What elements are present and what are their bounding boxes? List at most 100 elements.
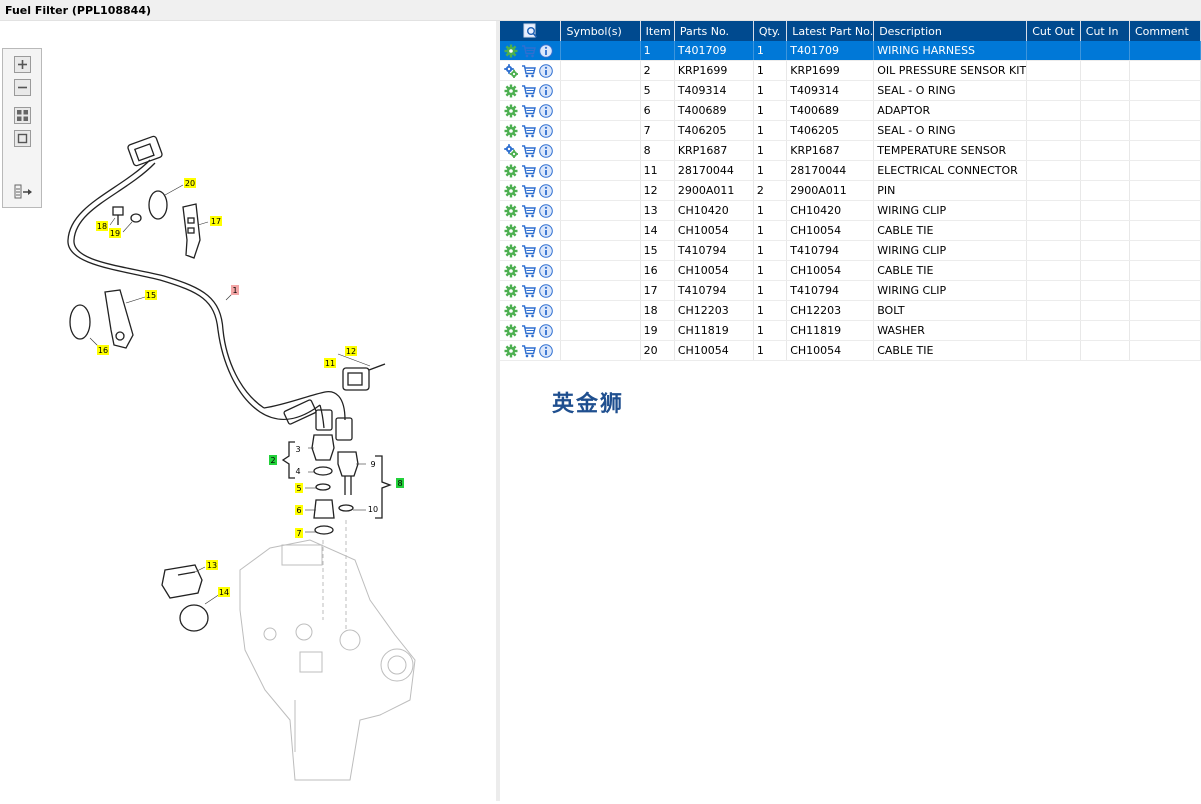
cart-icon[interactable] [521,204,536,218]
fit-grid-icon[interactable] [14,107,31,124]
gear-icon[interactable] [504,184,518,198]
col-comment[interactable]: Comment [1129,21,1201,41]
callout-19[interactable]: 19 [109,228,121,238]
info-icon[interactable] [539,203,553,218]
gear-icon[interactable] [504,164,518,178]
gear-icon[interactable] [504,264,518,278]
gear-icon[interactable] [504,204,518,218]
gear-icon[interactable] [504,284,518,298]
info-icon[interactable] [539,43,553,58]
info-icon[interactable] [539,83,553,98]
table-row[interactable]: 13 CH10420 1 CH10420 WIRING CLIP [500,200,1201,221]
gear-icon[interactable] [504,124,518,138]
table-row[interactable]: 16 CH10054 1 CH10054 CABLE TIE [500,260,1201,281]
info-icon[interactable] [539,123,553,138]
callout-20[interactable]: 20 [184,178,196,188]
table-row[interactable]: 1 T401709 1 T401709 WIRING HARNESS [500,41,1201,61]
col-latest-part-no[interactable]: Latest Part No. [786,21,875,41]
gears-icon[interactable] [504,143,518,158]
callout-1[interactable]: 1 [231,285,239,295]
info-icon[interactable] [539,183,553,198]
square-icon[interactable] [14,130,31,147]
table-row[interactable]: 12 2900A011 2 2900A011 PIN [500,180,1201,201]
cart-icon[interactable] [521,304,536,318]
gear-icon[interactable] [504,44,518,58]
callout-13[interactable]: 13 [206,560,218,570]
gear-icon[interactable] [504,304,518,318]
cart-icon[interactable] [521,224,536,238]
cart-icon[interactable] [521,44,536,58]
header-icon-col[interactable] [500,21,562,41]
callout-15[interactable]: 15 [145,290,157,300]
callout-14[interactable]: 14 [218,587,230,597]
callout-4[interactable]: 4 [295,467,300,476]
col-description[interactable]: Description [873,21,1028,41]
cart-icon[interactable] [521,64,536,78]
table-row[interactable]: 14 CH10054 1 CH10054 CABLE TIE [500,220,1201,241]
info-icon[interactable] [539,163,553,178]
cart-icon[interactable] [521,84,536,98]
gear-icon[interactable] [504,244,518,258]
info-icon[interactable] [539,143,553,158]
table-row[interactable]: 11 28170044 1 28170044 ELECTRICAL CONNECTOR [500,160,1201,181]
info-icon[interactable] [539,343,553,358]
table-row[interactable]: 15 T410794 1 T410794 WIRING CLIP [500,240,1201,261]
callout-16[interactable]: 16 [97,345,109,355]
gears-icon[interactable] [504,63,518,78]
search-doc-icon[interactable] [522,23,538,39]
callout-9[interactable]: 9 [370,460,375,469]
cart-icon[interactable] [521,104,536,118]
cart-icon[interactable] [521,244,536,258]
callout-11[interactable]: 11 [324,358,336,368]
info-icon[interactable] [539,223,553,238]
col-cut-out[interactable]: Cut Out [1026,21,1081,41]
info-icon[interactable] [539,243,553,258]
cart-icon[interactable] [521,164,536,178]
callout-3[interactable]: 3 [295,445,300,454]
callout-7[interactable]: 7 [295,528,303,538]
callout-2[interactable]: 2 [269,455,277,465]
callout-10[interactable]: 10 [368,505,378,514]
minus-icon[interactable] [14,79,31,96]
callout-17[interactable]: 17 [210,216,222,226]
col-qty[interactable]: Qty. [753,21,788,41]
info-icon[interactable] [539,63,553,78]
callout-8[interactable]: 8 [396,478,404,488]
col-item[interactable]: Item [640,21,675,41]
gear-icon[interactable] [504,224,518,238]
gear-icon[interactable] [504,104,518,118]
table-row[interactable]: 6 T400689 1 T400689 ADAPTOR [500,100,1201,121]
plus-icon[interactable] [14,56,31,73]
exploded-diagram[interactable]: 1 2 3 4 5 6 7 8 9 10 11 12 13 14 15 16 17 18 19 20 [0,21,496,801]
table-row[interactable]: 20 CH10054 1 CH10054 CABLE TIE [500,340,1201,361]
callout-18[interactable]: 18 [96,221,108,231]
cart-icon[interactable] [521,344,536,358]
gear-icon[interactable] [504,324,518,338]
table-row[interactable]: 2 KRP1699 1 KRP1699 OIL PRESSURE SENSOR KIT [500,60,1201,81]
table-row[interactable]: 18 CH12203 1 CH12203 BOLT [500,300,1201,321]
table-row[interactable]: 17 T410794 1 T410794 WIRING CLIP [500,280,1201,301]
cart-icon[interactable] [521,284,536,298]
col-parts-no[interactable]: Parts No. [674,21,754,41]
col-cut-in[interactable]: Cut In [1080,21,1130,41]
info-icon[interactable] [539,103,553,118]
gear-icon[interactable] [504,344,518,358]
cart-icon[interactable] [521,144,536,158]
list-arrow-icon[interactable] [14,183,34,200]
gear-icon[interactable] [504,84,518,98]
cart-icon[interactable] [521,124,536,138]
table-row[interactable]: 7 T406205 1 T406205 SEAL - O RING [500,120,1201,141]
cart-icon[interactable] [521,264,536,278]
table-row[interactable]: 8 KRP1687 1 KRP1687 TEMPERATURE SENSOR [500,140,1201,161]
cart-icon[interactable] [521,324,536,338]
callout-12[interactable]: 12 [345,346,357,356]
callout-6[interactable]: 6 [295,505,303,515]
info-icon[interactable] [539,283,553,298]
table-row[interactable]: 5 T409314 1 T409314 SEAL - O RING [500,80,1201,101]
cart-icon[interactable] [521,184,536,198]
info-icon[interactable] [539,303,553,318]
callout-5[interactable]: 5 [295,483,303,493]
info-icon[interactable] [539,323,553,338]
table-row[interactable]: 19 CH11819 1 CH11819 WASHER [500,320,1201,341]
info-icon[interactable] [539,263,553,278]
